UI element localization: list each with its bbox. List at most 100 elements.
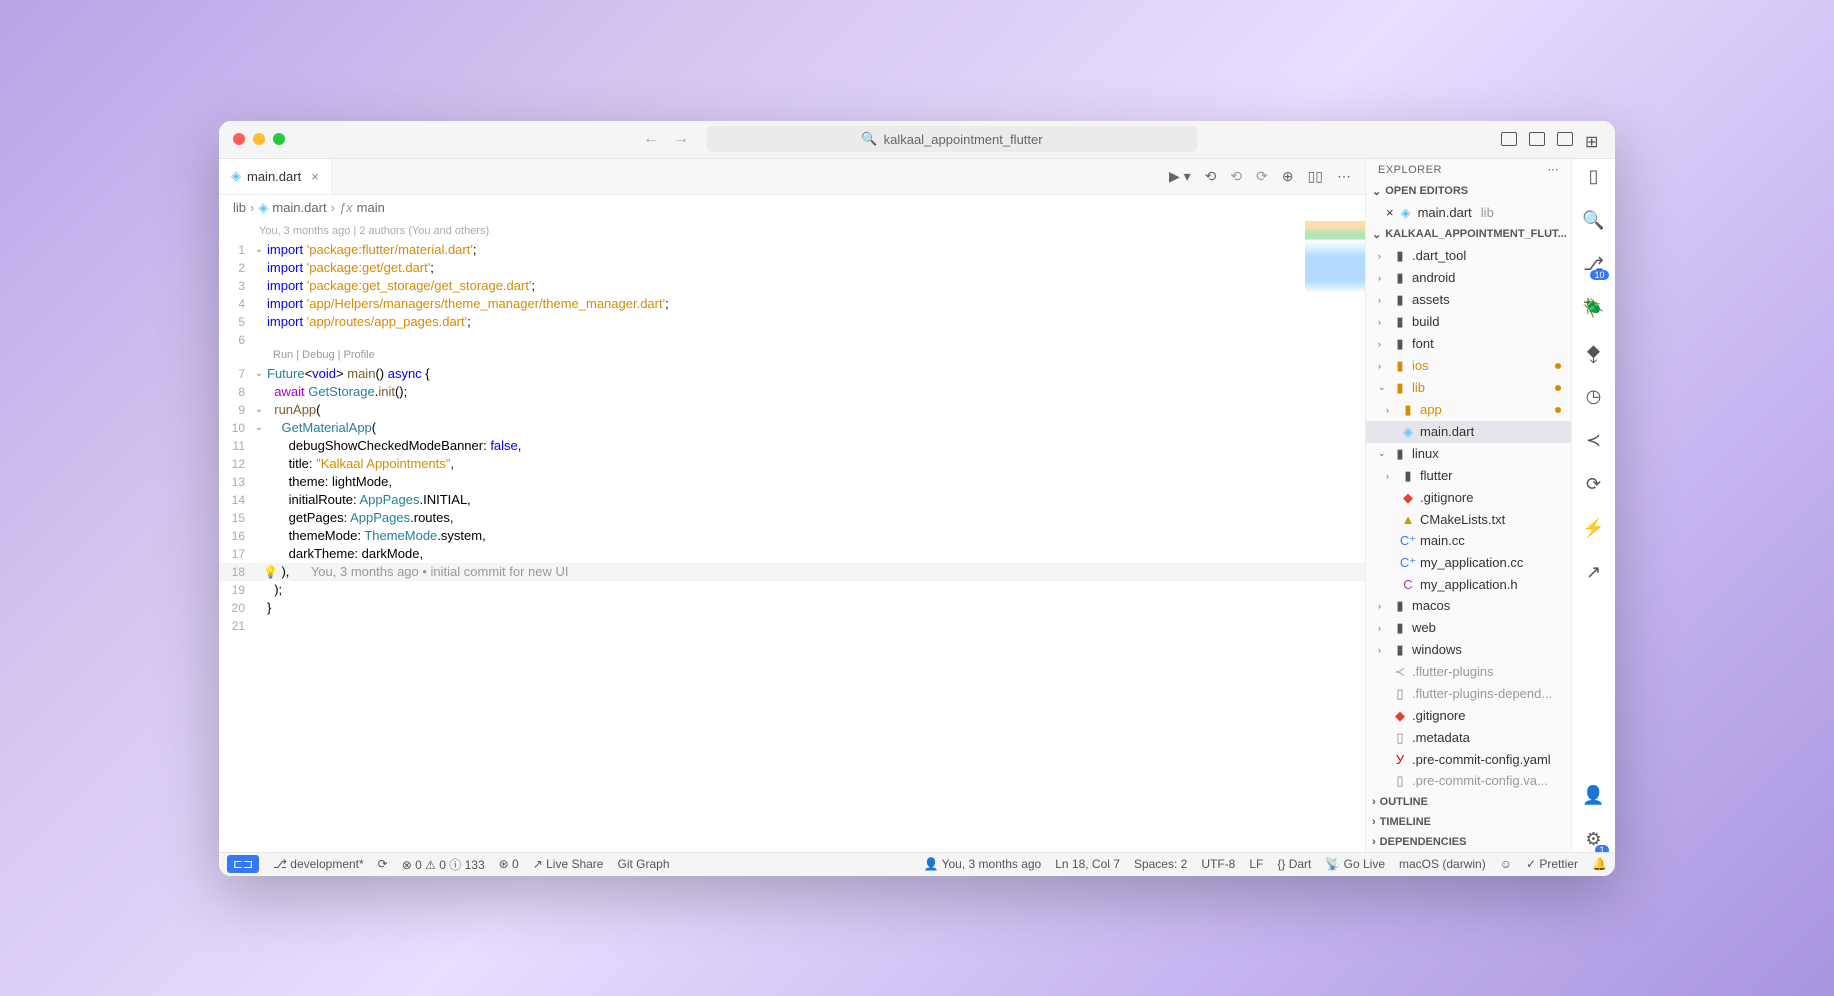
compare-icon[interactable]: ⊕: [1282, 168, 1294, 185]
settings-icon[interactable]: ⚙1: [1582, 828, 1606, 852]
more-icon[interactable]: ⋯: [1548, 163, 1560, 176]
folder-assets[interactable]: ›▮assets: [1366, 289, 1571, 311]
file-flutter-plugins[interactable]: ≺.flutter-plugins: [1366, 661, 1571, 683]
minimize-window-button[interactable]: [253, 133, 265, 145]
problems-status[interactable]: ⊗ 0 ⚠ 0 ⓘ 133: [402, 856, 485, 873]
folder-icon: ▮: [1393, 642, 1407, 658]
sync-status[interactable]: ⟳: [378, 857, 388, 871]
indent-status[interactable]: Spaces: 2: [1134, 857, 1187, 871]
breadcrumb[interactable]: lib › ◈ main.dart › ƒx main: [219, 195, 1365, 221]
git-icon: ◆: [1401, 490, 1415, 506]
testing-icon[interactable]: ⧪: [1582, 341, 1606, 365]
copilot-icon[interactable]: ☺: [1500, 857, 1512, 871]
file-gitignore-root[interactable]: ◆.gitignore: [1366, 705, 1571, 727]
maximize-window-button[interactable]: [273, 133, 285, 145]
eol-status[interactable]: LF: [1249, 857, 1263, 871]
file-gitignore[interactable]: ◆.gitignore: [1366, 487, 1571, 509]
tab-main-dart[interactable]: ◈ main.dart ×: [219, 159, 332, 195]
folder-icon: ▮: [1393, 248, 1407, 264]
project-root-section[interactable]: ⌄KALKAAL_APPOINTMENT_FLUT...: [1366, 224, 1571, 245]
command-search[interactable]: 🔍 kalkaal_appointment_flutter: [707, 126, 1197, 152]
share-icon[interactable]: ↗: [1582, 561, 1606, 585]
prettier-status[interactable]: ✓ Prettier: [1526, 857, 1578, 871]
cmake-icon: ▲: [1401, 512, 1415, 527]
remote-button[interactable]: ⊏⊐: [227, 855, 259, 873]
split-icon[interactable]: ▯▯: [1308, 168, 1323, 185]
folder-font[interactable]: ›▮font: [1366, 333, 1571, 355]
folder-web[interactable]: ›▮web: [1366, 617, 1571, 639]
dependencies-section[interactable]: ›DEPENDENCIES: [1366, 832, 1571, 852]
go-live-button[interactable]: 📡 Go Live: [1325, 857, 1385, 871]
notifications-icon[interactable]: 🔔: [1592, 857, 1607, 871]
open-editor-item[interactable]: × ◈ main.dart lib: [1366, 202, 1571, 224]
folder-linux[interactable]: ⌄▮linux: [1366, 443, 1571, 465]
file-cmakelists[interactable]: ▲CMakeLists.txt: [1366, 509, 1571, 530]
source-control-icon[interactable]: ⎇10: [1582, 253, 1606, 277]
language-status[interactable]: {} Dart: [1277, 857, 1311, 871]
panel-left-icon[interactable]: [1501, 132, 1517, 146]
folder-ios[interactable]: ›▮ios: [1366, 355, 1571, 377]
close-icon[interactable]: ×: [1386, 205, 1394, 220]
folder-flutter[interactable]: ›▮flutter: [1366, 465, 1571, 487]
forward-icon[interactable]: →: [673, 130, 689, 148]
file-myapp-cc[interactable]: C⁺my_application.cc: [1366, 552, 1571, 574]
branch-status[interactable]: ⎇ development*: [273, 857, 364, 871]
account-icon[interactable]: 👤: [1582, 784, 1606, 808]
more-icon[interactable]: ⋯: [1337, 168, 1351, 185]
live-share-button[interactable]: ↗ Live Share: [533, 857, 604, 871]
folder-icon: ▮: [1393, 270, 1407, 286]
os-status[interactable]: macOS (darwin): [1399, 857, 1486, 871]
files-icon[interactable]: ▯: [1582, 165, 1606, 189]
panel-bottom-icon[interactable]: [1529, 132, 1545, 146]
tab-close-icon[interactable]: ×: [311, 169, 319, 184]
folder-android[interactable]: ›▮android: [1366, 267, 1571, 289]
file-precommit2[interactable]: ▯.pre-commit-config.va...: [1366, 770, 1571, 792]
run-icon[interactable]: ▶ ▾: [1169, 168, 1191, 185]
flutter-icon[interactable]: ≺: [1582, 429, 1606, 453]
go-forward-icon[interactable]: ⟳: [1256, 168, 1268, 185]
back-icon[interactable]: ←: [643, 130, 659, 148]
open-editors-section[interactable]: ⌄OPEN EDITORS: [1366, 181, 1571, 202]
outline-section[interactable]: ›OUTLINE: [1366, 792, 1571, 812]
file-myapp-h[interactable]: Cmy_application.h: [1366, 574, 1571, 595]
folder-dart-tool[interactable]: ›▮.dart_tool: [1366, 245, 1571, 267]
file-icon: ▯: [1393, 773, 1407, 789]
folder-macos[interactable]: ›▮macos: [1366, 595, 1571, 617]
cpp-icon: C⁺: [1401, 533, 1415, 549]
folder-windows[interactable]: ›▮windows: [1366, 639, 1571, 661]
lightbulb-icon[interactable]: 💡: [263, 563, 278, 581]
main-area: ◈ main.dart × ▶ ▾ ⟲ ⟲ ⟳ ⊕ ▯▯ ⋯ lib › ◈: [219, 159, 1615, 852]
layout-grid-icon[interactable]: ⊞: [1585, 132, 1601, 146]
thunder-icon[interactable]: ⚡: [1582, 517, 1606, 541]
encoding-status[interactable]: UTF-8: [1201, 857, 1235, 871]
close-window-button[interactable]: [233, 133, 245, 145]
timeline-icon[interactable]: ◷: [1582, 385, 1606, 409]
file-main-cc[interactable]: C⁺main.cc: [1366, 530, 1571, 552]
breadcrumb-file[interactable]: main.dart: [272, 200, 326, 215]
go-back-icon[interactable]: ⟲: [1230, 168, 1242, 185]
file-precommit[interactable]: У.pre-commit-config.yaml: [1366, 749, 1571, 770]
breadcrumb-lib[interactable]: lib: [233, 200, 246, 215]
folder-lib[interactable]: ⌄▮lib: [1366, 377, 1571, 399]
history-icon[interactable]: ⟳: [1582, 473, 1606, 497]
search-icon[interactable]: 🔍: [1582, 209, 1606, 233]
folder-build[interactable]: ›▮build: [1366, 311, 1571, 333]
panel-right-icon[interactable]: [1557, 132, 1573, 146]
debug-icon[interactable]: 🪲: [1582, 297, 1606, 321]
editor-actions: ▶ ▾ ⟲ ⟲ ⟳ ⊕ ▯▯ ⋯: [1169, 168, 1365, 185]
folder-app[interactable]: ›▮app: [1366, 399, 1571, 421]
cursor-position[interactable]: Ln 18, Col 7: [1055, 857, 1120, 871]
dart-errors[interactable]: ⊛ 0: [499, 857, 519, 871]
git-graph-button[interactable]: Git Graph: [617, 857, 669, 871]
file-main-dart[interactable]: ◈main.dart: [1366, 421, 1571, 443]
file-metadata[interactable]: ▯.metadata: [1366, 727, 1571, 749]
debug-restart-icon[interactable]: ⟲: [1205, 168, 1217, 185]
codelens[interactable]: Run | Debug | Profile: [219, 349, 1365, 365]
minimap[interactable]: [1305, 221, 1365, 341]
file-icon: ▯: [1393, 686, 1407, 702]
timeline-section[interactable]: ›TIMELINE: [1366, 812, 1571, 832]
code-editor[interactable]: You, 3 months ago | 2 authors (You and o…: [219, 221, 1365, 852]
breadcrumb-symbol[interactable]: main: [357, 200, 385, 215]
blame-status[interactable]: 👤 You, 3 months ago: [924, 857, 1042, 871]
file-flutter-plugins-d[interactable]: ▯.flutter-plugins-depend...: [1366, 683, 1571, 705]
